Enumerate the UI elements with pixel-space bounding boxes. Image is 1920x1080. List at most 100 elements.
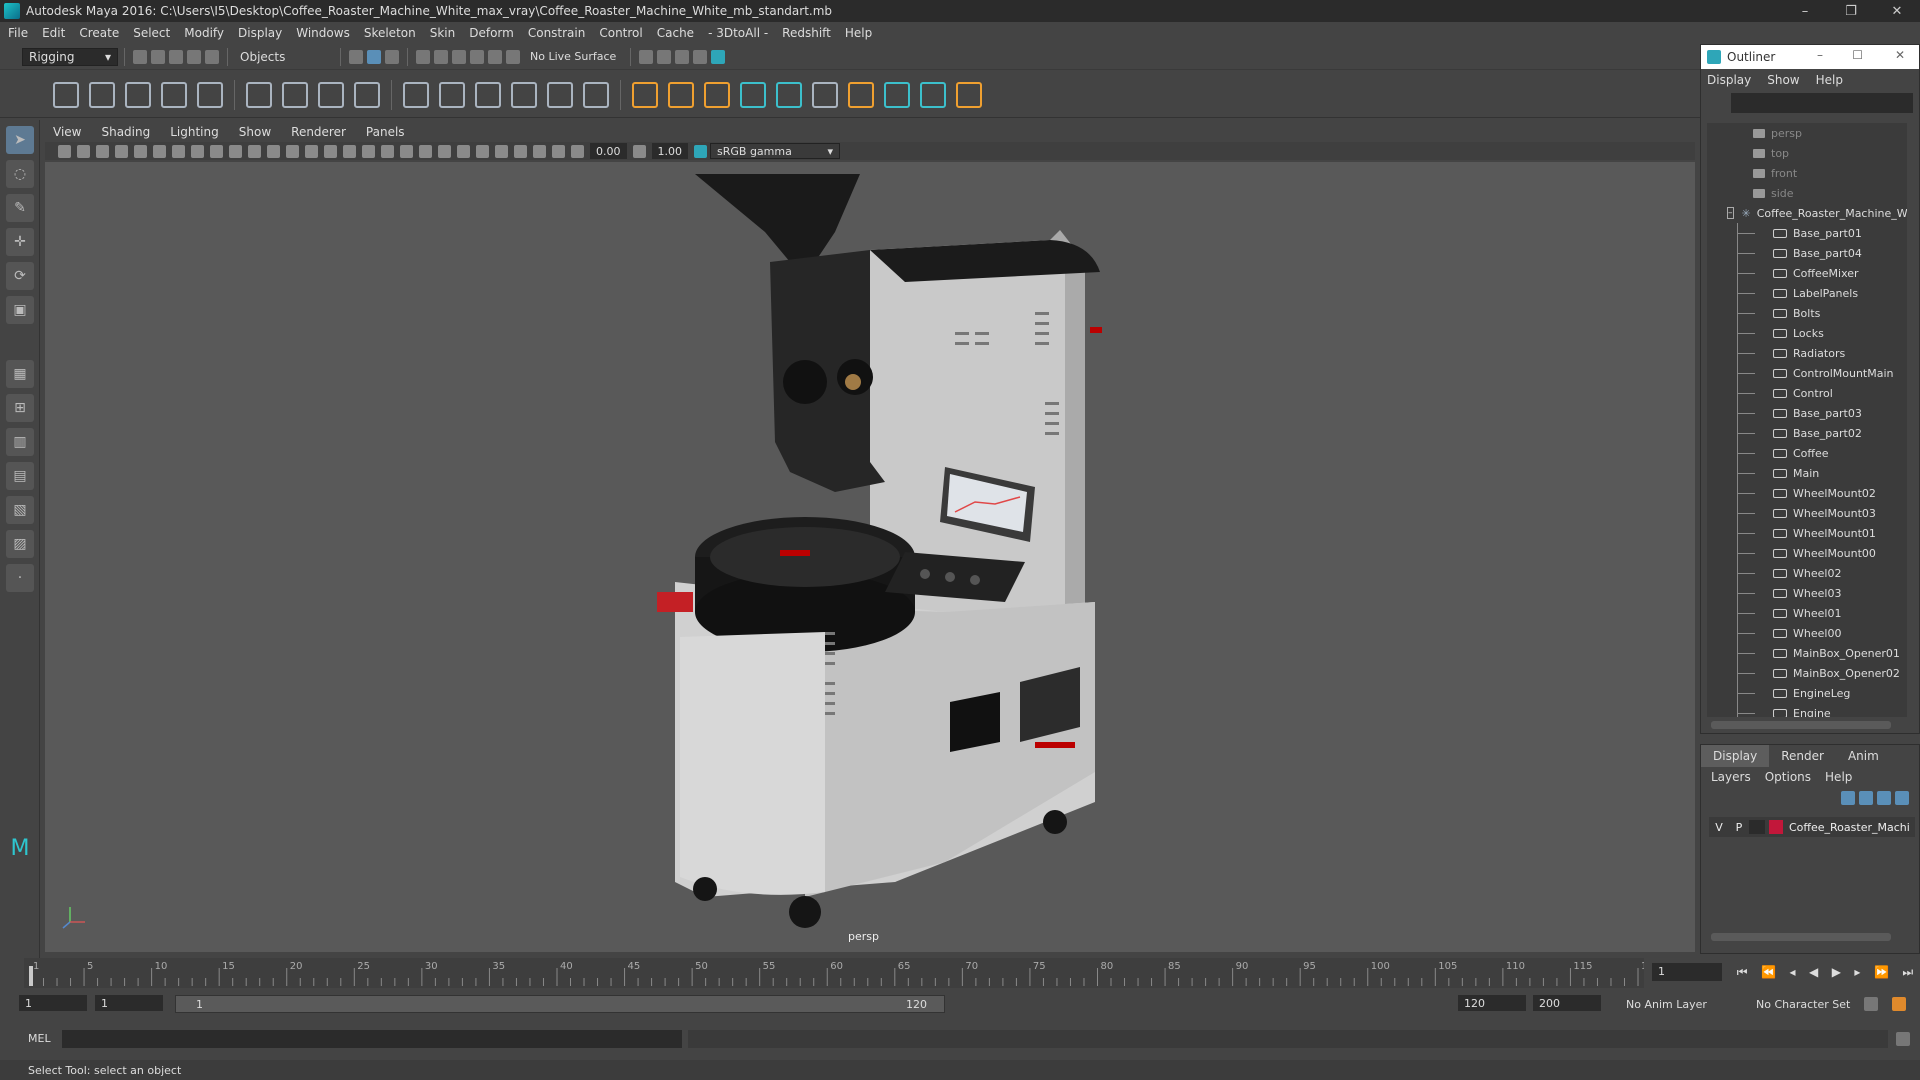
select-tool-icon[interactable]: ➤ [6,126,34,154]
point-constraint-icon[interactable] [632,81,658,108]
start-time-field[interactable]: 1 [19,995,87,1011]
exposure-field[interactable]: 0.00 [590,143,627,159]
go-to-start-icon[interactable]: ⏮ [1737,965,1748,980]
step-forward-key-icon[interactable]: ⏩ [1874,965,1889,979]
menu-set-dropdown[interactable]: Rigging ▾ [22,47,118,66]
layer-row[interactable]: V P Coffee_Roaster_Machi [1709,817,1915,837]
outliner-item[interactable]: Bolts [1707,303,1907,323]
outliner-item[interactable]: Base_part02 [1707,423,1907,443]
hik-icon[interactable] [740,81,766,108]
outliner-item[interactable]: CoffeeMixer [1707,263,1907,283]
color-space-dropdown[interactable]: sRGB gamma ▾ [710,143,840,159]
current-frame-marker[interactable] [29,966,33,986]
close-button[interactable]: ✕ [1874,0,1920,22]
save-scene-icon[interactable] [169,49,183,64]
bend-icon[interactable] [475,81,501,108]
hypershade-layout-icon[interactable]: ▧ [6,496,34,524]
wire-icon[interactable] [547,81,573,108]
script-editor-icon[interactable] [1896,1032,1910,1046]
time-slider[interactable]: 1 5 10 15 20 25 30 35 40 45 50 55 60 65 70 75 80 85 90 95 10… [24,958,1660,988]
anti-aliasing-icon[interactable] [476,144,489,158]
scale-tool-icon[interactable]: ▣ [6,296,34,324]
joint-tool-icon[interactable] [53,81,79,108]
set-driven-key-icon[interactable] [848,81,874,108]
lasso-tool-icon[interactable]: ◌ [6,160,34,188]
move-layer-down-icon[interactable] [1859,791,1873,805]
animation-prefs-icon[interactable] [1892,997,1906,1011]
layer-hscrollbar[interactable] [1711,933,1891,941]
ambient-occlusion-icon[interactable] [438,144,451,158]
menu-windows[interactable]: Windows [296,26,350,40]
ipr-render-icon[interactable] [675,49,690,64]
maximize-icon[interactable]: ☐ [1852,48,1863,62]
blend-shape-icon[interactable] [812,81,838,108]
outliner-item[interactable]: WheelMount02 [1707,483,1907,503]
gamma-field[interactable]: 1.00 [651,143,688,159]
layer-type-toggle[interactable] [1749,820,1765,834]
render-view-icon[interactable] [693,49,708,64]
snap-surface-icon[interactable] [488,49,502,64]
hik-character-icon[interactable] [776,81,802,108]
auto-key-icon[interactable] [1864,997,1878,1011]
outliner-item[interactable]: WheelMount01 [1707,523,1907,543]
range-slider[interactable]: 1 120 [175,995,945,1013]
aim-constraint-icon[interactable] [668,81,694,108]
color-management-icon[interactable] [694,144,707,158]
menu-redshift[interactable]: Redshift [782,26,831,40]
panel-menu-shading[interactable]: Shading [101,125,150,139]
menu-3dtoall[interactable]: - 3DtoAll - [708,26,768,40]
outliner-group-root[interactable]: – ✳ Coffee_Roaster_Machine_W [1707,203,1907,223]
smooth-shade-icon[interactable] [324,144,337,158]
paint-select-tool-icon[interactable]: ✎ [6,194,34,222]
gate-mask-icon[interactable] [229,144,242,158]
menu-control[interactable]: Control [599,26,642,40]
lattice-icon[interactable] [403,81,429,108]
outliner-camera-side[interactable]: side [1707,183,1907,203]
snap-live-icon[interactable] [506,49,520,64]
outliner-layout-icon[interactable]: ▨ [6,530,34,558]
menu-select[interactable]: Select [133,26,170,40]
outliner-item[interactable]: Radiators [1707,343,1907,363]
quick-rig-icon[interactable] [884,81,910,108]
outliner-item[interactable]: WheelMount00 [1707,543,1907,563]
outliner-item[interactable]: Base_part04 [1707,243,1907,263]
menu-deform[interactable]: Deform [469,26,514,40]
menu-skeleton[interactable]: Skeleton [364,26,416,40]
end-time-field[interactable]: 200 [1533,995,1601,1011]
outliner-item[interactable]: Base_part03 [1707,403,1907,423]
move-tool-icon[interactable]: ✛ [6,228,34,256]
lights-icon[interactable] [400,144,413,158]
playback-start-field[interactable]: 1 [95,995,163,1011]
live-surface-label[interactable]: No Live Surface [530,50,616,63]
menu-display[interactable]: Display [238,26,282,40]
outliner-item[interactable]: Coffee [1707,443,1907,463]
outliner-item[interactable]: Wheel02 [1707,563,1907,583]
minimize-icon[interactable]: – [1817,48,1823,62]
new-layer-selected-icon[interactable] [1895,791,1909,805]
selection-mask-dropdown[interactable]: Objects [234,47,334,66]
layer-playback-toggle[interactable]: P [1729,821,1749,834]
layers-menu-options[interactable]: Options [1765,770,1811,784]
persp-graph-icon[interactable]: ▤ [6,462,34,490]
xray-components-icon[interactable] [552,144,565,158]
new-layer-icon[interactable] [1877,791,1891,805]
insert-joint-icon[interactable] [89,81,115,108]
layers-menu-help[interactable]: Help [1825,770,1852,784]
render-settings-icon[interactable] [639,49,654,64]
cluster-icon[interactable] [439,81,465,108]
menu-cache[interactable]: Cache [657,26,694,40]
wireframe-on-shaded-icon[interactable] [362,144,375,158]
grid-icon[interactable] [172,144,185,158]
motion-blur-icon[interactable] [457,144,470,158]
wireframe-icon[interactable] [305,144,318,158]
outliner-item[interactable]: WheelMount03 [1707,503,1907,523]
outliner-item[interactable]: Wheel01 [1707,603,1907,623]
safe-action-icon[interactable] [267,144,280,158]
layers-menu-layers[interactable]: Layers [1711,770,1751,784]
snap-point-icon[interactable] [452,49,466,64]
single-view-icon[interactable]: ▦ [6,360,34,388]
default-material-icon[interactable] [343,144,356,158]
outliner-menu-show[interactable]: Show [1767,73,1799,87]
menu-skin[interactable]: Skin [430,26,456,40]
select-hierarchy-icon[interactable] [349,49,363,64]
